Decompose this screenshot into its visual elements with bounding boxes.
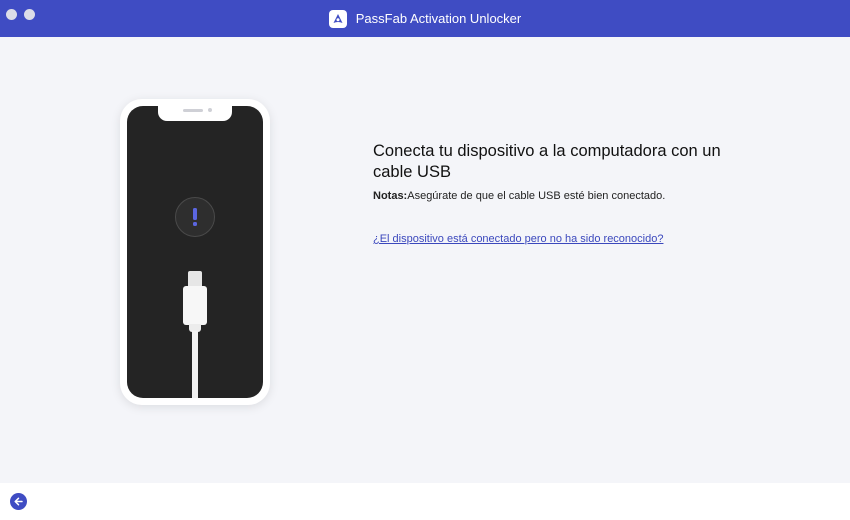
device-not-recognized-link[interactable]: ¿El dispositivo está conectado pero no h… <box>373 233 663 245</box>
note-label: Notas: <box>373 190 408 202</box>
note-text: Notas:Asegúrate de que el cable USB esté… <box>373 190 665 202</box>
camera-icon <box>208 108 212 112</box>
minimize-window-button[interactable] <box>24 9 35 20</box>
usb-cable-wire <box>192 331 198 398</box>
note-body: Asegúrate de que el cable USB esté bien … <box>407 190 666 202</box>
title-bar: PassFab Activation Unlocker <box>0 0 850 37</box>
passfab-logo-icon <box>328 9 347 28</box>
phone-notch <box>158 106 232 121</box>
arrow-left-icon <box>14 497 23 506</box>
window-title-group: PassFab Activation Unlocker <box>328 9 522 28</box>
close-window-button[interactable] <box>6 9 17 20</box>
phone-illustration <box>120 99 270 405</box>
window-controls <box>6 9 35 20</box>
usb-cable-icon <box>188 271 202 287</box>
phone-screen <box>127 106 263 398</box>
page-title: Conecta tu dispositivo a la computadora … <box>373 142 721 181</box>
window-title: PassFab Activation Unlocker <box>355 11 522 26</box>
exclamation-icon <box>175 197 215 237</box>
usb-cable-body <box>183 286 207 325</box>
footer-bar <box>0 483 850 520</box>
speaker-icon <box>183 109 203 112</box>
back-button[interactable] <box>10 493 27 510</box>
main-content: Conecta tu dispositivo a la computadora … <box>0 37 850 483</box>
